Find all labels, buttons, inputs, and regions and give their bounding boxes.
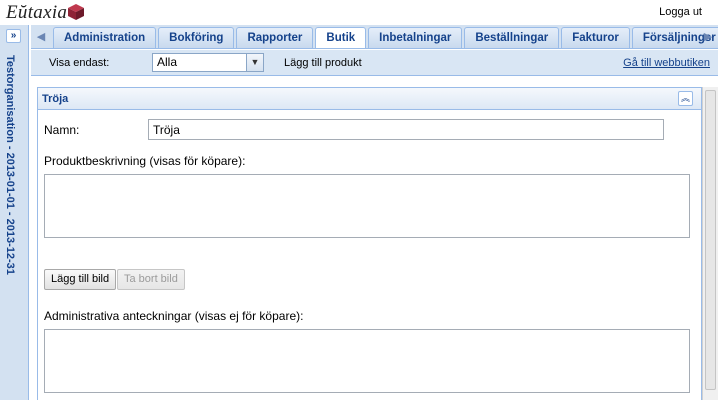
content-area: Tröja ︽ Namn: Produktbeskrivning (visas … [31,77,718,400]
filter-select-value: Alla [157,55,178,69]
tab-inbetalningar[interactable]: Inbetalningar [368,27,463,48]
product-panel: Tröja ︽ Namn: Produktbeskrivning (visas … [37,87,702,400]
logout-link[interactable]: Logga ut [659,6,702,18]
tab-list: Administration Bokföring Rapporter Butik Inb… [53,27,718,48]
description-textarea[interactable] [44,174,690,238]
tab-administration[interactable]: Administration [53,27,157,48]
tab-butik[interactable]: Butik [315,27,367,48]
tab-fakturor[interactable]: Fakturor [561,27,630,48]
filter-select[interactable]: Alla ▼ [152,53,264,72]
scrollbar-thumb[interactable] [705,90,716,390]
app-logo: Eŭtaxia [6,2,68,23]
tab-bestallningar[interactable]: Beställningar [464,27,560,48]
tab-scroll-right-icon[interactable]: ▶ [700,28,716,46]
product-panel-title: Tröja [42,93,69,105]
name-field[interactable] [148,119,664,140]
admin-notes-label: Administrativa anteckningar (visas ej fö… [44,309,304,323]
tab-bokforing[interactable]: Bokföring [158,27,235,48]
collapse-up-icon[interactable]: ︽ [678,91,693,106]
app-header: Eŭtaxia Logga ut [0,0,718,25]
name-label: Namn: [44,123,80,137]
logo-cube-icon [68,4,84,20]
webshop-link[interactable]: Gå till webbutiken [623,57,710,69]
admin-notes-textarea[interactable] [44,329,690,393]
filter-label: Visa endast: [49,57,110,69]
add-product-button[interactable]: Lägg till produkt [284,57,362,69]
content-scrollbar[interactable] [702,87,718,400]
product-toolbar: Visa endast: Alla ▼ Lägg till produkt Gå… [31,50,718,76]
product-panel-header: Tröja ︽ [38,88,701,110]
remove-image-button[interactable]: Ta bort bild [117,269,185,290]
organisation-period-label: Testorganisation - 2013-01-01 - 2013-12-… [4,55,16,275]
chevron-down-icon[interactable]: ▼ [246,54,263,71]
expand-panel-icon[interactable]: » [6,29,21,43]
organisation-side-panel: » Testorganisation - 2013-01-01 - 2013-1… [0,25,29,400]
description-label: Produktbeskrivning (visas för köpare): [44,154,246,168]
tab-scroll-left-icon[interactable]: ◀ [33,28,49,46]
add-image-button[interactable]: Lägg till bild [44,269,117,290]
main-tab-strip: ◀ Administration Bokföring Rapporter Butik I… [31,25,718,49]
tab-rapporter[interactable]: Rapporter [236,27,314,48]
